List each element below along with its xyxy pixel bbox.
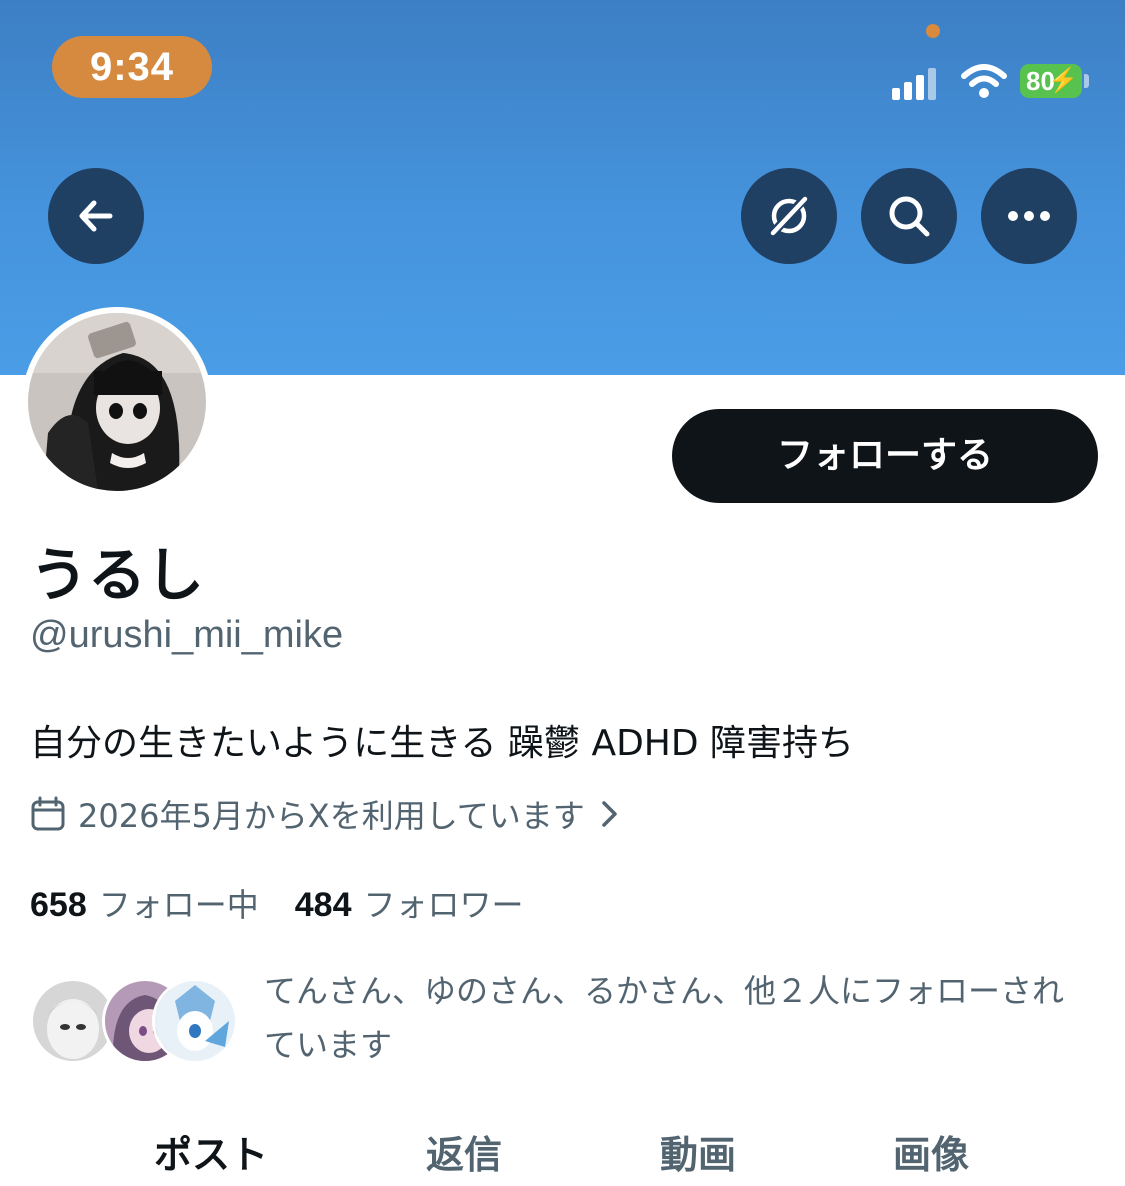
follower-avatar[interactable] xyxy=(152,978,238,1064)
profile-handle: @urushi_mii_mike xyxy=(30,614,344,656)
follow-stats: 658 フォロー中 484 フォロワー xyxy=(30,880,560,926)
battery-icon: 80 ⚡ xyxy=(1020,64,1082,98)
follower-avatar-image xyxy=(33,981,113,1061)
followers-count[interactable]: 484 xyxy=(295,886,352,925)
signal-icon xyxy=(892,68,938,100)
tab-replies[interactable]: 返信 xyxy=(426,1124,502,1179)
follower-avatar-image xyxy=(155,981,235,1061)
more-icon xyxy=(1008,211,1050,221)
search-button[interactable] xyxy=(861,168,957,264)
back-arrow-icon xyxy=(79,200,113,232)
search-icon xyxy=(889,196,930,237)
grok-button[interactable] xyxy=(741,168,837,264)
avatar-illustration xyxy=(28,313,206,491)
avatar[interactable] xyxy=(28,313,206,491)
privacy-indicator-dot xyxy=(926,24,940,38)
grok-icon xyxy=(768,194,809,238)
calendar-icon xyxy=(31,796,65,831)
joined-date-text: 2026年5月からXを利用しています xyxy=(78,797,585,835)
following-count[interactable]: 658 xyxy=(30,886,87,925)
followed-by-text[interactable]: てんさん、ゆのさん、るかさん、他２人にフォローされています xyxy=(264,964,1094,1072)
display-name: うるし xyxy=(30,541,205,609)
tab-videos[interactable]: 動画 xyxy=(660,1124,736,1179)
battery-cap xyxy=(1084,74,1089,88)
joined-date-row[interactable]: 2026年5月からXを利用しています xyxy=(30,794,631,835)
followers-label[interactable]: フォロワー xyxy=(363,880,523,926)
chevron-right-icon xyxy=(602,801,617,827)
following-label[interactable]: フォロー中 xyxy=(99,880,259,926)
status-time: 9:34 xyxy=(52,36,212,98)
more-button[interactable] xyxy=(981,168,1077,264)
tab-images[interactable]: 画像 xyxy=(893,1124,969,1179)
back-button[interactable] xyxy=(48,168,144,264)
profile-bio: 自分の生きたいように生きる 躁鬱 ADHD 障害持ち xyxy=(30,723,855,764)
follow-button[interactable]: フォローする xyxy=(672,409,1098,503)
wifi-icon xyxy=(961,64,1007,98)
tab-posts[interactable]: ポスト xyxy=(154,1124,268,1179)
